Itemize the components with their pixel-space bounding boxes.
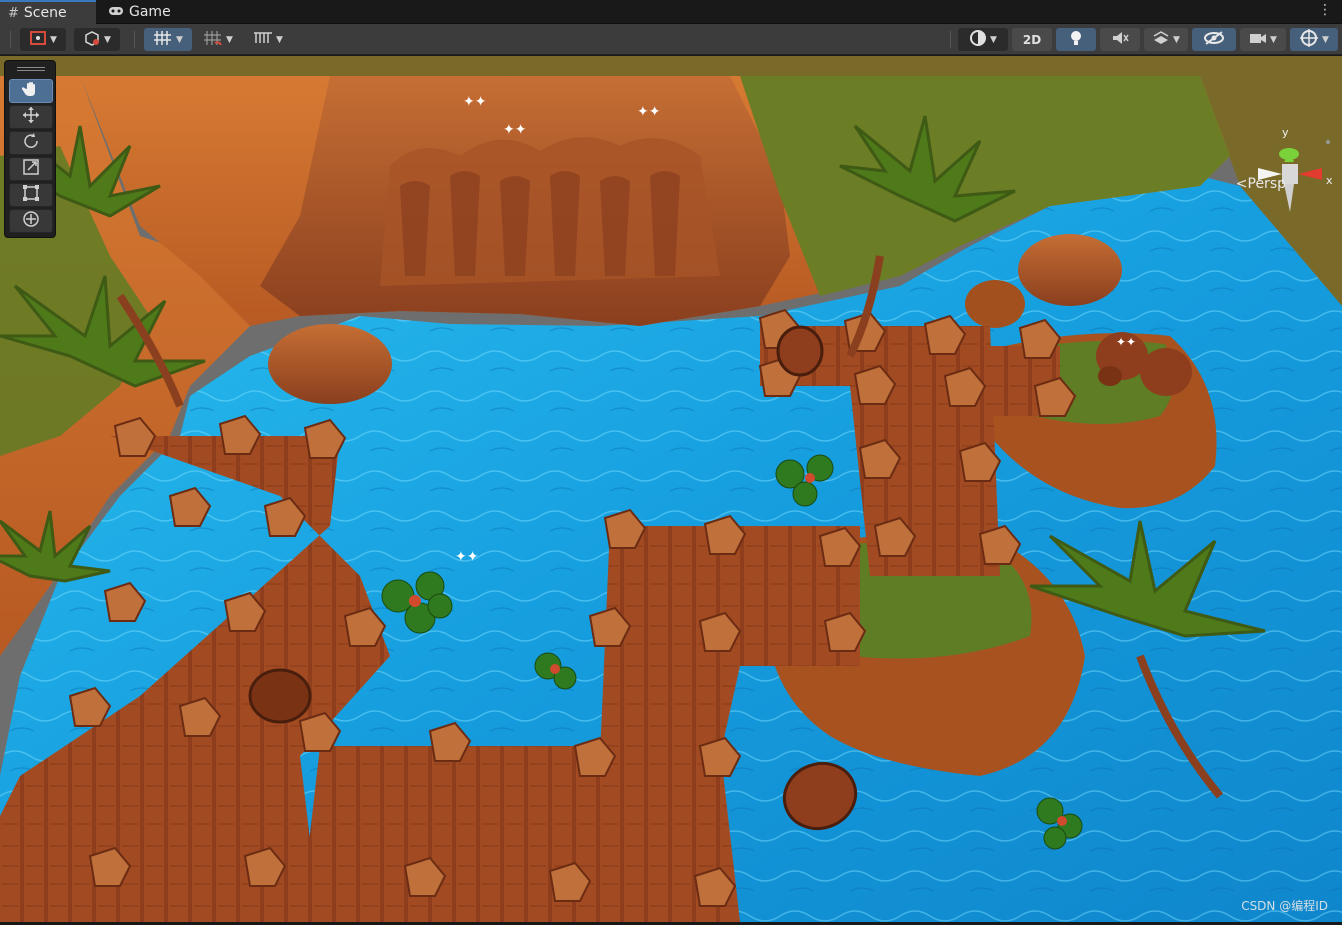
- chevron-down-icon: ▼: [173, 34, 183, 45]
- grid-icon: #: [8, 5, 19, 21]
- effects-button[interactable]: ▼: [1144, 28, 1188, 51]
- mode-2d-label: 2D: [1022, 32, 1042, 47]
- chevron-down-icon: ▼: [1170, 34, 1180, 45]
- pivot-tool-button[interactable]: ▼: [20, 28, 66, 51]
- ruler-button[interactable]: ▼: [244, 28, 292, 51]
- camera-icon: [1249, 31, 1267, 49]
- axis-x-label: x: [1326, 174, 1333, 187]
- move-tool-button[interactable]: [9, 105, 53, 129]
- drag-handle-icon[interactable]: [17, 67, 45, 71]
- hand-icon: [21, 80, 40, 102]
- effects-icon: [1152, 30, 1170, 50]
- shading-mode-button[interactable]: ▼: [958, 28, 1008, 51]
- increment-snap-icon: [203, 29, 223, 51]
- scale-icon: [22, 158, 40, 180]
- global-tool-icon: [83, 30, 101, 50]
- svg-text:✦✦: ✦✦: [1116, 335, 1136, 349]
- axis-y-label: y: [1282, 126, 1289, 139]
- ruler-icon: [253, 31, 273, 49]
- tab-game-label: Game: [129, 4, 171, 20]
- grid-snap-button[interactable]: ▼: [144, 28, 192, 51]
- svg-text:✦✦: ✦✦: [455, 549, 479, 565]
- audio-button[interactable]: [1100, 28, 1140, 51]
- toolbar-divider: [10, 31, 11, 48]
- tab-game[interactable]: Game: [100, 0, 180, 24]
- lighting-icon: [1069, 29, 1083, 51]
- watermark: CSDN @编程ID: [1241, 899, 1328, 913]
- projection-toggle[interactable]: <Persp: [1236, 176, 1286, 192]
- rect-tool-button[interactable]: [9, 183, 53, 207]
- toolbar-divider: [134, 31, 135, 48]
- svg-text:✦✦: ✦✦: [463, 94, 487, 110]
- svg-text:✦✦: ✦✦: [503, 122, 527, 138]
- scene-visibility-icon: [1203, 30, 1225, 50]
- increment-snap-button[interactable]: ▼: [196, 28, 240, 51]
- move-icon: [22, 106, 40, 128]
- tab-bar: # Scene Game ⋮: [0, 0, 1342, 24]
- more-options-icon[interactable]: ⋮: [1318, 2, 1332, 18]
- gizmos-button[interactable]: ▼: [1290, 28, 1338, 51]
- gamepad-icon: [108, 5, 124, 20]
- rect-transform-icon: [22, 184, 40, 206]
- toolbar-divider: [950, 31, 951, 48]
- pivot-tool-icon: [29, 30, 47, 50]
- hand-tool-button[interactable]: [9, 79, 53, 103]
- gizmos-icon: [1299, 28, 1319, 52]
- scene-viewport[interactable]: ✦✦ ✦✦ ✦✦ ✦✦ ✦✦ y x <Persp CSDN @编程ID: [0, 56, 1342, 922]
- chevron-down-icon: ▼: [223, 34, 233, 45]
- chevron-down-icon: ▼: [47, 34, 57, 45]
- chevron-down-icon: ▼: [1267, 34, 1277, 45]
- scene-toolbar: ▼ ▼ ▼ ▼ ▼ ▼ 2D ▼ ▼ ▼: [0, 24, 1342, 55]
- scene-render: ✦✦ ✦✦ ✦✦ ✦✦ ✦✦: [0, 56, 1342, 922]
- mode-2d-button[interactable]: 2D: [1012, 28, 1052, 51]
- camera-button[interactable]: ▼: [1240, 28, 1286, 51]
- transform-tool-button[interactable]: [9, 209, 53, 233]
- chevron-down-icon: ▼: [987, 34, 997, 45]
- scene-visibility-button[interactable]: [1192, 28, 1236, 51]
- shading-mode-icon: [969, 29, 987, 51]
- tool-palette: [4, 60, 56, 238]
- chevron-down-icon: ▼: [101, 34, 111, 45]
- tab-scene-label: Scene: [23, 5, 67, 21]
- lighting-button[interactable]: [1056, 28, 1096, 51]
- scale-tool-button[interactable]: [9, 157, 53, 181]
- chevron-left-icon: <: [1235, 176, 1248, 192]
- projection-label: Persp: [1247, 176, 1287, 192]
- transform-icon: [22, 210, 40, 232]
- chevron-down-icon: ▼: [1319, 34, 1329, 45]
- tab-scene[interactable]: # Scene: [0, 0, 96, 24]
- audio-icon: [1111, 30, 1129, 50]
- global-tool-button[interactable]: ▼: [74, 28, 120, 51]
- chevron-down-icon: ▼: [273, 34, 283, 45]
- grid-snap-icon: [153, 29, 173, 51]
- svg-text:✦✦: ✦✦: [637, 104, 661, 120]
- rotate-tool-button[interactable]: [9, 131, 53, 155]
- rotate-icon: [22, 132, 40, 154]
